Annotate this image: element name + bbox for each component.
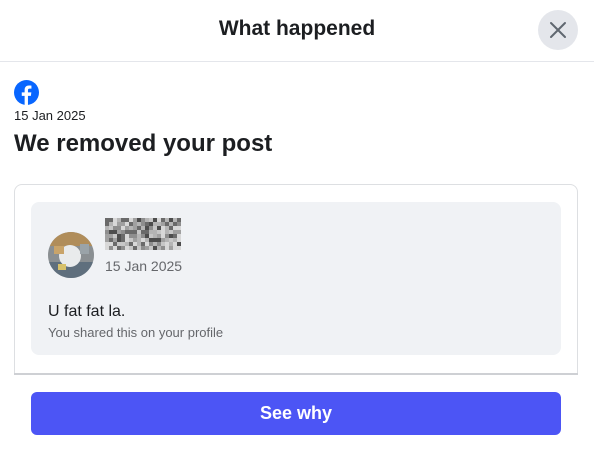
dialog-title: What happened xyxy=(218,17,376,40)
avatar xyxy=(48,232,94,278)
card-divider xyxy=(14,373,578,375)
page-headline: We removed your post xyxy=(14,130,273,157)
facebook-logo-icon xyxy=(14,80,39,105)
close-icon xyxy=(550,22,566,38)
post-date: 15 Jan 2025 xyxy=(105,258,183,274)
post-visibility-note: You shared this on your profile xyxy=(48,325,224,340)
post-text: U fat fat la. xyxy=(48,303,126,320)
dialog-header: What happened xyxy=(0,0,594,62)
see-why-button[interactable]: See why xyxy=(31,392,561,435)
close-button[interactable] xyxy=(538,10,578,50)
notice-date: 15 Jan 2025 xyxy=(14,108,86,123)
author-name-pixelated xyxy=(105,218,181,250)
